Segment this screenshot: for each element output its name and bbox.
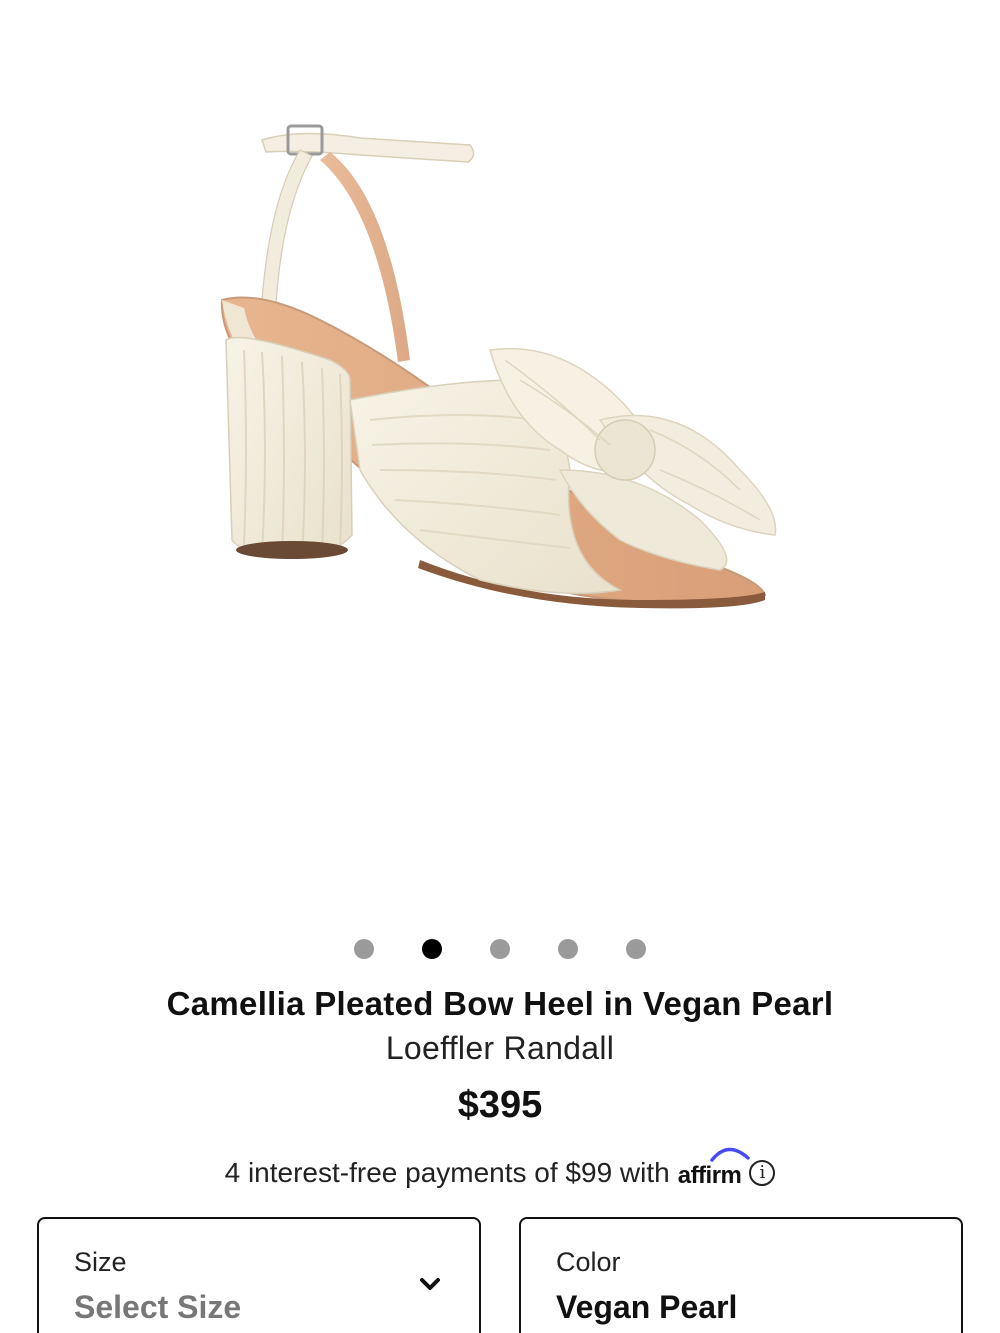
color-value: Vegan Pearl: [556, 1289, 738, 1325]
info-icon[interactable]: i: [749, 1160, 776, 1186]
installment-payments: 4 interest-free payments of $99 with aff…: [0, 1147, 1000, 1196]
product-price: $395: [457, 1084, 543, 1126]
product-brand[interactable]: Loeffler Randall: [0, 1026, 1000, 1070]
affirm-logo[interactable]: affirm: [678, 1147, 750, 1196]
image-carousel-indicators: [0, 939, 1000, 959]
color-label: Color: [556, 1247, 621, 1277]
size-label: Size: [74, 1247, 127, 1277]
chevron-down-icon: [420, 1278, 440, 1290]
carousel-dot-1[interactable]: [354, 939, 374, 959]
size-selector[interactable]: Size Select Size: [37, 1217, 481, 1333]
carousel-dot-4[interactable]: [558, 939, 578, 959]
product-image[interactable]: [0, 0, 1000, 900]
carousel-dot-5[interactable]: [626, 939, 646, 959]
carousel-dot-3[interactable]: [490, 939, 510, 959]
installment-text: 4 interest-free payments of $99 with: [224, 1157, 670, 1188]
size-value: Select Size: [74, 1289, 242, 1325]
product-title: Camellia Pleated Bow Heel in Vegan Pearl: [166, 985, 834, 1022]
sandal-illustration: [220, 124, 777, 609]
carousel-dot-2-active[interactable]: [422, 939, 442, 959]
product-page: Camellia Pleated Bow Heel in Vegan Pearl…: [0, 0, 1000, 1333]
affirm-arc-icon: [709, 1147, 750, 1162]
color-selector[interactable]: Color Vegan Pearl: [519, 1217, 963, 1333]
